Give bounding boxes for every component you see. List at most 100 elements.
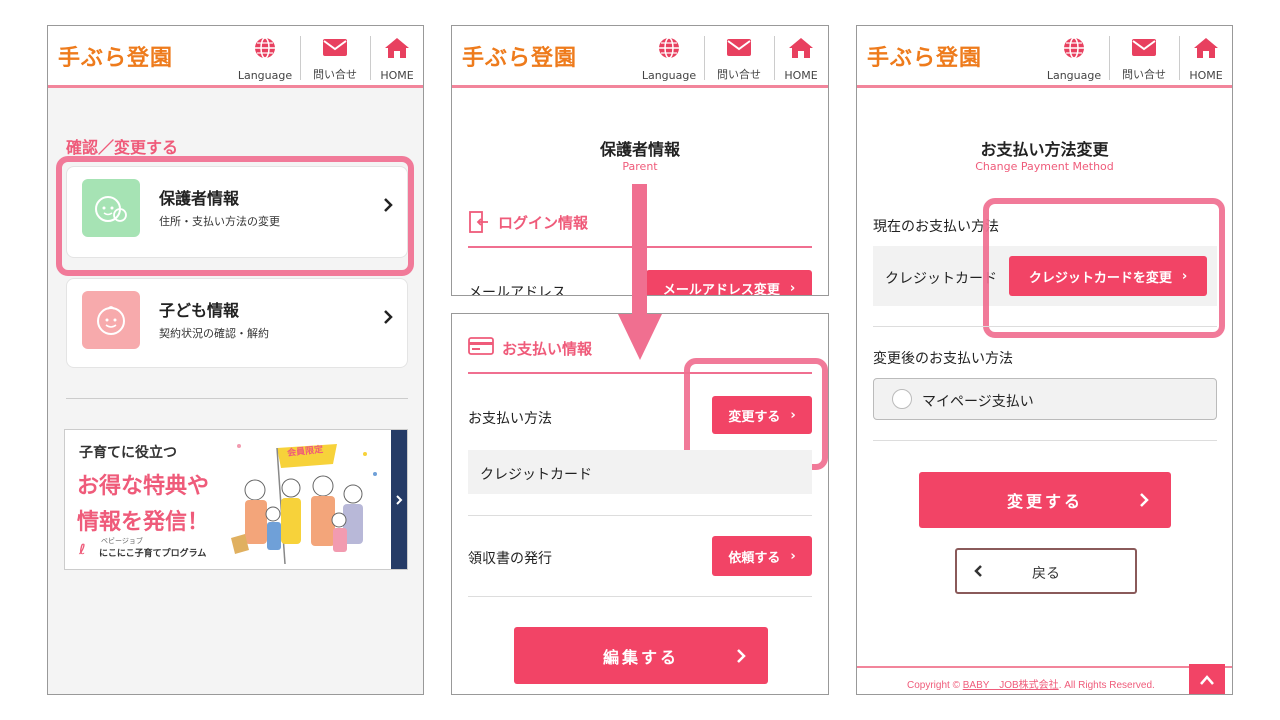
change-email-label: メールアドレス変更 xyxy=(662,282,780,296)
logo[interactable]: 手ぶら登園 xyxy=(462,40,577,72)
language-button[interactable]: Language xyxy=(1045,34,1103,82)
divider xyxy=(300,36,301,80)
banner-logo-icon: ℓ xyxy=(79,542,86,558)
home-button[interactable]: HOME xyxy=(374,34,420,82)
submit-button-label: 変更する xyxy=(1006,492,1083,511)
divider xyxy=(1109,36,1110,80)
mail-icon xyxy=(727,39,751,56)
highlight-box xyxy=(56,156,414,276)
divider xyxy=(873,326,1217,327)
chevron-up-icon xyxy=(1200,675,1214,685)
divider xyxy=(370,36,371,80)
screen-payment-info: お支払い情報 お支払い方法 変更する › クレジットカード 領収書の発行 依頼する… xyxy=(451,313,829,695)
divider xyxy=(873,440,1217,441)
chevron-right-icon xyxy=(737,648,746,663)
back-button[interactable]: 戻る xyxy=(955,548,1137,594)
divider xyxy=(774,36,775,80)
logo[interactable]: 手ぶら登園 xyxy=(58,40,173,72)
divider xyxy=(1179,36,1180,80)
screen-change-payment: 手ぶら登園 Language 問い合せ HOME お支払い方法変更 Change… xyxy=(856,25,1233,695)
section-title: 確認／変更する xyxy=(66,138,179,157)
banner-program: にこにこ子育てプログラム xyxy=(99,549,207,559)
language-label: Language xyxy=(1046,69,1102,82)
divider xyxy=(704,36,705,80)
globe-icon xyxy=(255,37,275,59)
chevron-right-icon: › xyxy=(789,280,796,296)
payment-option-label: マイページ支払い xyxy=(922,394,1034,410)
divider xyxy=(468,596,812,597)
banner-next-tab[interactable] xyxy=(391,430,407,569)
language-button[interactable]: Language xyxy=(640,34,698,82)
flow-arrow xyxy=(618,184,662,360)
globe-icon xyxy=(659,37,679,59)
home-label: HOME xyxy=(1189,69,1223,82)
child-face-icon xyxy=(82,291,140,349)
card-child-info[interactable]: 子ども情報 契約状況の確認・解約 xyxy=(66,278,408,368)
after-payment-label: 変更後のお支払い方法 xyxy=(873,351,1013,367)
company-link[interactable]: BABY JOB株式会社 xyxy=(963,680,1059,691)
copyright: Copyright © BABY JOB株式会社. All Rights Res… xyxy=(907,676,1155,691)
page-subtitle: Parent xyxy=(622,160,658,173)
header: 手ぶら登園 Language 問い合せ HOME xyxy=(48,26,423,88)
request-receipt-button[interactable]: 依頼する › xyxy=(712,536,812,576)
login-section-title: ログイン情報 xyxy=(498,214,589,232)
divider xyxy=(66,398,408,399)
credit-card-icon xyxy=(468,337,494,355)
banner-line1: 子育てに役立つ xyxy=(79,445,177,461)
home-label: HOME xyxy=(380,69,414,82)
contact-label: 問い合せ xyxy=(1122,68,1166,81)
chevron-right-icon: › xyxy=(790,548,796,564)
radio-button[interactable] xyxy=(892,389,912,409)
scroll-top-button[interactable] xyxy=(1189,664,1225,694)
email-label: メールアドレス xyxy=(468,285,566,296)
card-title: 子ども情報 xyxy=(159,301,240,320)
payment-method-value: クレジットカード xyxy=(480,467,592,483)
chevron-right-icon xyxy=(396,495,403,505)
mail-icon xyxy=(323,39,347,56)
language-button[interactable]: Language xyxy=(236,34,294,82)
page-subtitle: Change Payment Method xyxy=(975,160,1114,173)
home-icon xyxy=(789,38,813,58)
banner-line3: 情報を発信！ xyxy=(77,510,210,535)
header: 手ぶら登園 Language 問い合せ HOME xyxy=(857,26,1232,88)
promo-banner[interactable]: 子育てに役立つ お得な特典や 情報を発信！ ベビージョブ ℓ にこにこ子育てプロ… xyxy=(64,429,408,570)
home-button[interactable]: HOME xyxy=(1183,34,1229,82)
change-email-button[interactable]: メールアドレス変更 › xyxy=(646,270,812,296)
chevron-right-icon xyxy=(384,310,393,324)
banner-small: ベビージョブ xyxy=(101,537,143,545)
home-button[interactable]: HOME xyxy=(778,34,824,82)
submit-change-button[interactable]: 変更する xyxy=(919,472,1171,528)
back-button-label: 戻る xyxy=(1032,566,1060,582)
receipt-label: 領収書の発行 xyxy=(468,551,552,567)
logo[interactable]: 手ぶら登園 xyxy=(867,40,982,72)
mail-icon xyxy=(1132,39,1156,56)
screen-mypage: 手ぶら登園 Language 問い合せ HOME 確認／変更する 保護者情報 住… xyxy=(47,25,424,695)
footer: Copyright © BABY JOB株式会社. All Rights Res… xyxy=(857,664,1232,694)
contact-button[interactable]: 問い合せ xyxy=(1115,34,1173,82)
language-label: Language xyxy=(641,69,697,82)
home-icon xyxy=(1194,38,1218,58)
divider xyxy=(468,515,812,516)
current-payment-value: クレジットカード xyxy=(885,271,997,287)
language-label: Language xyxy=(237,69,293,82)
globe-icon xyxy=(1064,37,1084,59)
page-title: お支払い方法変更 xyxy=(980,140,1109,159)
contact-button[interactable]: 問い合せ xyxy=(710,34,768,82)
banner-line2: お得な特典や xyxy=(77,474,210,499)
header: 手ぶら登園 Language 問い合せ HOME xyxy=(452,26,828,88)
edit-button-label: 編集する xyxy=(602,647,679,667)
contact-label: 問い合せ xyxy=(313,68,357,81)
page-title: 保護者情報 xyxy=(599,140,680,159)
chevron-right-icon xyxy=(1140,493,1149,507)
home-label: HOME xyxy=(784,69,818,82)
payment-option-mypage[interactable]: マイページ支払い xyxy=(873,378,1217,420)
payment-section-title: お支払い情報 xyxy=(502,340,593,358)
card-subtitle: 契約状況の確認・解約 xyxy=(159,327,269,340)
edit-button[interactable]: 編集する xyxy=(514,627,768,684)
home-icon xyxy=(385,38,409,58)
current-payment-label: 現在のお支払い方法 xyxy=(873,219,999,235)
login-door-icon xyxy=(469,211,488,233)
copyright-suffix: . All Rights Reserved. xyxy=(1058,680,1155,691)
contact-button[interactable]: 問い合せ xyxy=(306,34,364,82)
highlight-box xyxy=(983,198,1225,338)
